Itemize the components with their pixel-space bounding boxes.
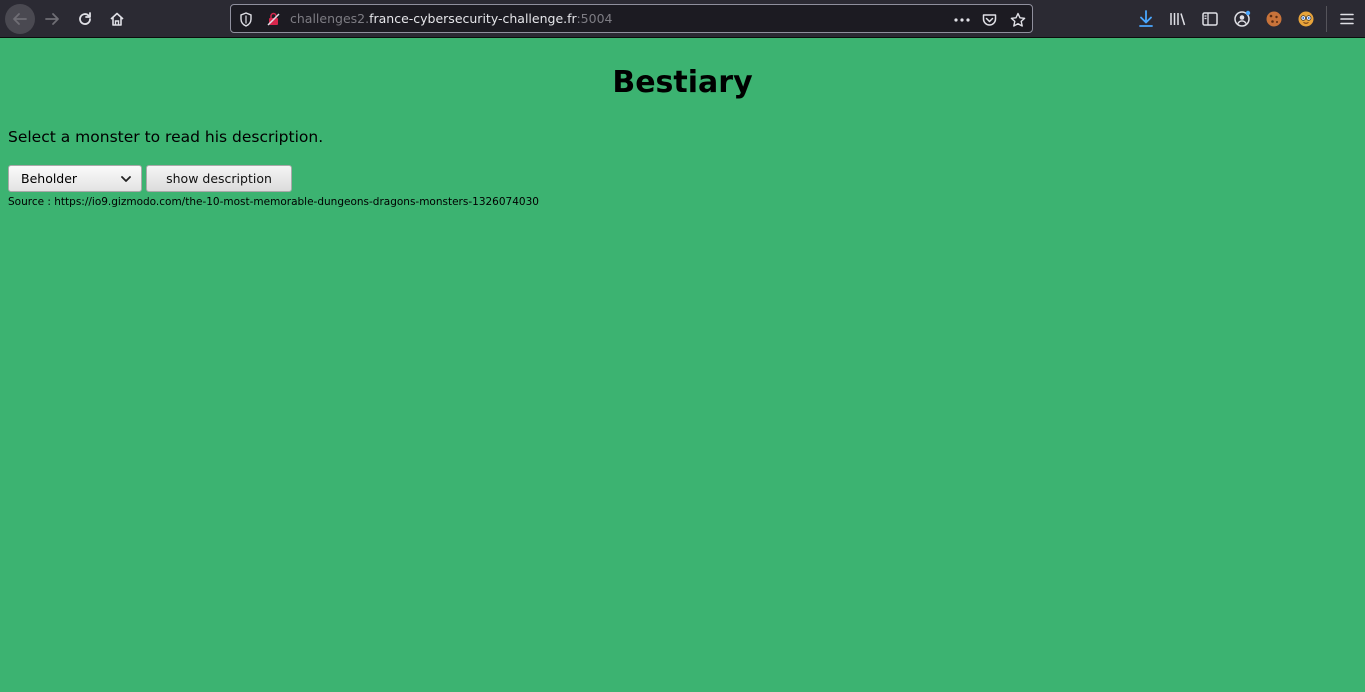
back-arrow-icon bbox=[13, 13, 27, 25]
account-icon[interactable] bbox=[1232, 9, 1252, 29]
toolbar-separator bbox=[1326, 6, 1327, 32]
bookmark-star-icon[interactable] bbox=[1009, 11, 1026, 28]
forward-button[interactable] bbox=[37, 4, 67, 34]
monster-select[interactable]: Beholder bbox=[8, 165, 142, 192]
home-icon bbox=[110, 12, 124, 26]
library-icon[interactable] bbox=[1168, 9, 1188, 29]
url-bar[interactable]: challenges2.france-cybersecurity-challen… bbox=[230, 4, 1033, 33]
extension-face-icon[interactable] bbox=[1296, 9, 1316, 29]
page-actions-icon[interactable] bbox=[953, 11, 970, 28]
hamburger-menu-icon[interactable] bbox=[1337, 9, 1357, 29]
page-title: Bestiary bbox=[612, 65, 753, 100]
monster-select-value: Beholder bbox=[21, 171, 78, 186]
pocket-icon[interactable] bbox=[981, 11, 998, 28]
sidebar-icon[interactable] bbox=[1200, 9, 1220, 29]
url-text[interactable]: challenges2.france-cybersecurity-challen… bbox=[290, 11, 612, 27]
reload-button[interactable] bbox=[70, 4, 100, 34]
back-button[interactable] bbox=[5, 4, 35, 34]
page-content: Bestiary Select a monster to read his de… bbox=[0, 39, 1365, 692]
downloads-icon[interactable] bbox=[1136, 9, 1156, 29]
chevron-down-icon bbox=[121, 176, 131, 182]
url-subdomain: challenges2. bbox=[290, 11, 370, 26]
show-description-button[interactable]: show description bbox=[146, 165, 292, 192]
url-domain: france-cybersecurity-challenge.fr bbox=[369, 11, 577, 26]
reload-icon bbox=[79, 12, 91, 25]
browser-toolbar: challenges2.france-cybersecurity-challen… bbox=[0, 0, 1365, 38]
url-port: :5004 bbox=[576, 11, 613, 26]
source-text: Source : https://io9.gizmodo.com/the-10-… bbox=[8, 196, 539, 208]
instruction-text: Select a monster to read his description… bbox=[8, 128, 324, 146]
cookie-extension-icon[interactable] bbox=[1264, 9, 1284, 29]
insecure-connection-icon[interactable] bbox=[265, 11, 282, 28]
tracking-protection-shield-icon[interactable] bbox=[237, 11, 254, 28]
forward-arrow-icon bbox=[45, 13, 59, 25]
home-button[interactable] bbox=[102, 4, 132, 34]
